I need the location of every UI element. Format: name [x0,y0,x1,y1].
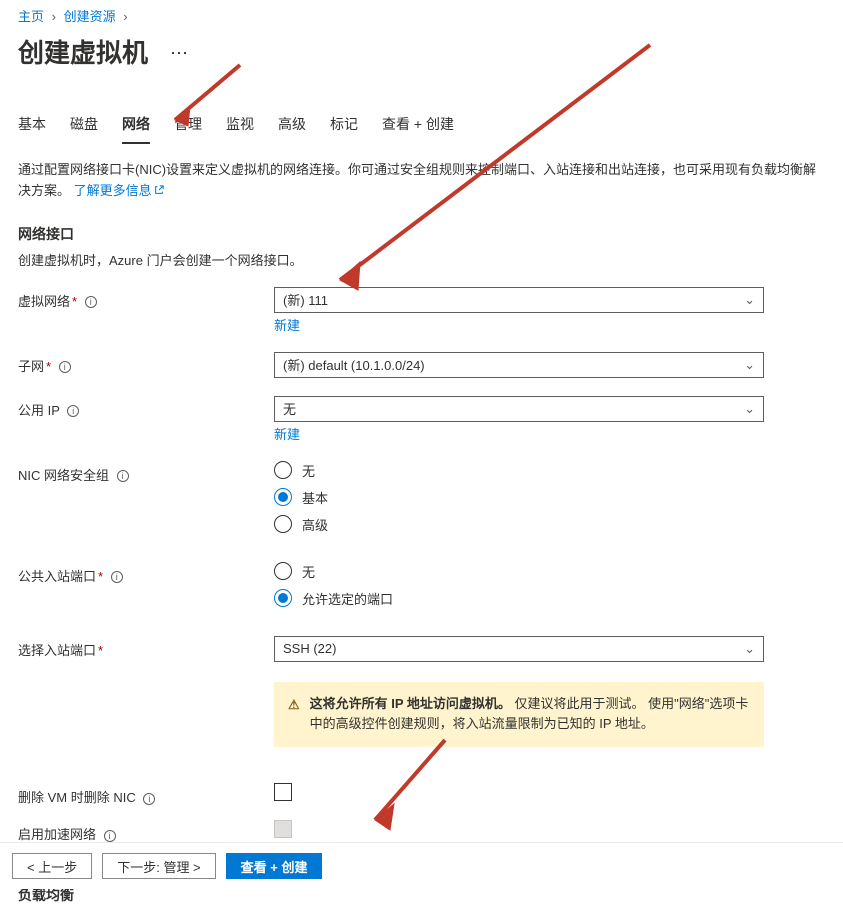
checkbox-accel-net [274,820,292,838]
select-inbound-ports[interactable]: SSH (22) ⌄ [274,636,764,662]
warning-banner: ⚠ 这将允许所有 IP 地址访问虚拟机。 仅建议将此用于测试。 使用"网络"选项… [274,682,764,748]
info-icon[interactable]: i [117,470,129,482]
link-create-public-ip[interactable]: 新建 [274,424,764,443]
tab-monitoring[interactable]: 监视 [226,106,254,144]
radio-nsg-advanced[interactable]: 高级 [274,515,764,534]
more-actions-button[interactable]: ⋯ [164,42,194,65]
radio-inbound-none[interactable]: 无 [274,562,764,581]
page-title: 创建虚拟机 [18,33,148,70]
section-nic-title: 网络接口 [18,224,825,244]
tab-disks[interactable]: 磁盘 [70,106,98,144]
breadcrumb-home[interactable]: 主页 [18,9,44,24]
tab-network[interactable]: 网络 [122,106,150,144]
label-accel-net: 启用加速网络 i [18,820,274,843]
next-button[interactable]: 下一步: 管理 > [102,853,215,879]
label-nsg: NIC 网络安全组 i [18,461,274,484]
tab-management[interactable]: 管理 [174,106,202,144]
info-icon[interactable]: i [143,793,155,805]
chevron-right-icon: › [52,9,56,24]
label-public-ip: 公用 IP i [18,396,274,419]
breadcrumb: 主页 › 创建资源 › [18,0,825,27]
chevron-right-icon: › [123,9,127,24]
review-create-button[interactable]: 查看 + 创建 [226,853,323,879]
checkbox-delete-nic[interactable] [274,783,292,801]
info-icon[interactable]: i [111,571,123,583]
learn-more-link[interactable]: 了解更多信息 [74,183,164,198]
tab-tags[interactable]: 标记 [330,106,358,144]
info-icon[interactable]: i [85,296,97,308]
external-link-icon [152,183,164,198]
footer-bar: < 上一步 下一步: 管理 > 查看 + 创建 [0,842,843,889]
select-vnet[interactable]: (新) 111 ⌄ [274,287,764,313]
chevron-down-icon: ⌄ [744,357,755,373]
info-icon[interactable]: i [104,830,116,842]
label-vnet: 虚拟网络* i [18,287,274,310]
info-icon[interactable]: i [59,361,71,373]
section-nic-subtitle: 创建虚拟机时，Azure 门户会创建一个网络接口。 [18,250,825,269]
radio-inbound-allow[interactable]: 允许选定的端口 [274,589,764,608]
chevron-down-icon: ⌄ [744,401,755,417]
link-create-vnet[interactable]: 新建 [274,315,764,334]
prev-button[interactable]: < 上一步 [12,853,92,879]
label-inbound-ports: 公共入站端口* i [18,562,274,585]
tab-advanced[interactable]: 高级 [278,106,306,144]
warning-icon: ⚠ [288,695,300,716]
tab-basic[interactable]: 基本 [18,106,46,144]
tab-review[interactable]: 查看 + 创建 [382,106,454,144]
info-icon[interactable]: i [67,405,79,417]
radio-nsg-basic[interactable]: 基本 [274,488,764,507]
tab-description: 通过配置网络接口卡(NIC)设置来定义虚拟机的网络连接。你可通过安全组规则来控制… [18,160,825,202]
breadcrumb-create-resource[interactable]: 创建资源 [64,9,116,24]
label-subnet: 子网* i [18,352,274,375]
chevron-down-icon: ⌄ [744,292,755,308]
chevron-down-icon: ⌄ [744,641,755,657]
select-subnet[interactable]: (新) default (10.1.0.0/24) ⌄ [274,352,764,378]
label-delete-nic: 删除 VM 时删除 NIC i [18,783,274,806]
select-public-ip[interactable]: 无 ⌄ [274,396,764,422]
radio-nsg-none[interactable]: 无 [274,461,764,480]
tabs: 基本 磁盘 网络 管理 监视 高级 标记 查看 + 创建 [18,106,825,144]
label-select-ports: 选择入站端口* [18,636,274,659]
